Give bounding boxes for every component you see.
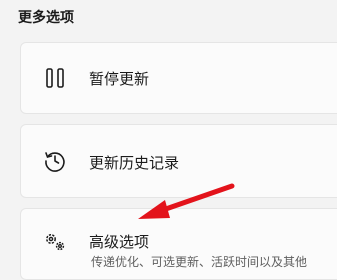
update-history-option[interactable]: 更新历史记录 [20,124,337,198]
pause-updates-option[interactable]: 暂停更新 [20,42,337,114]
section-title: 更多选项 [18,10,74,26]
advanced-options-label: 高级选项 [89,233,150,251]
pause-icon [43,66,67,90]
advanced-options-option[interactable]: 高级选项 传递优化、可选更新、活跃时间以及其他 [20,208,337,280]
pause-updates-label: 暂停更新 [89,70,150,88]
update-history-label: 更新历史记录 [89,154,180,172]
advanced-options-description: 传递优化、可选更新、活跃时间以及其他 [91,255,308,269]
gears-icon [43,229,67,253]
history-icon [43,149,67,173]
